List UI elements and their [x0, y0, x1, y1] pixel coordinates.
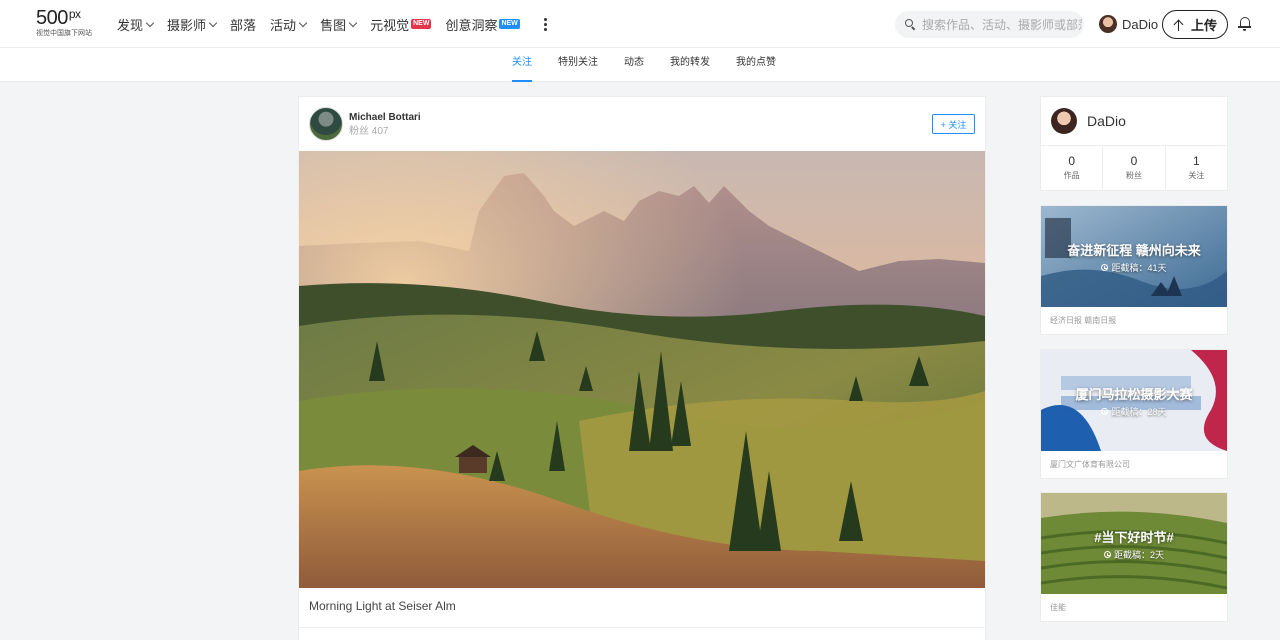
stat-followers[interactable]: 0 粉丝	[1103, 146, 1166, 191]
stat-works[interactable]: 0 作品	[1041, 146, 1104, 191]
promo-deadline: 距截稿：41天	[1041, 261, 1227, 274]
feed-photo[interactable]	[299, 151, 985, 588]
arrow-up-icon	[1173, 19, 1185, 31]
chevron-down-icon	[348, 18, 358, 27]
main-nav: 发现 摄影师 部落 活动 售图 元视觉 NEW 创意洞察 NEW	[117, 0, 556, 48]
landscape-photo	[299, 151, 985, 588]
new-badge: NEW	[499, 19, 520, 29]
promo-organizer: 厦门文广体育有限公司	[1050, 460, 1130, 469]
promo-banner[interactable]: 厦门马拉松摄影大赛 距截稿：28天	[1041, 350, 1227, 451]
stat-following[interactable]: 1 关注	[1166, 146, 1227, 191]
nav-label: 部落	[230, 17, 257, 33]
clock-icon	[1103, 551, 1111, 558]
upload-button[interactable]: 上传	[1162, 10, 1228, 39]
tab-special-following[interactable]: 特别关注	[558, 48, 598, 82]
promo-banner[interactable]: #当下好时节# 距截稿：2天	[1041, 493, 1227, 594]
bell-icon[interactable]	[1238, 16, 1252, 32]
follow-button[interactable]: + 关注	[932, 114, 975, 134]
nav-label: 活动	[270, 17, 297, 33]
profile-card: DaDio 0 作品 0 粉丝 1 关注	[1040, 96, 1228, 191]
upload-label: 上传	[1190, 18, 1217, 33]
promo-deadline: 距截稿：28天	[1041, 405, 1227, 418]
author-block[interactable]: Michael Bottari 粉丝 407	[309, 107, 421, 141]
deadline-text: 距截稿：41天	[1111, 263, 1167, 273]
promo-organizer: 经济日报 赣南日报	[1050, 316, 1117, 325]
logo-mark: 500	[36, 7, 68, 29]
search-icon[interactable]	[905, 19, 916, 30]
nav-item-events[interactable]: 活动	[270, 15, 308, 34]
tab-activity[interactable]: 动态	[624, 48, 644, 82]
logo-px: px	[68, 7, 81, 21]
divider	[299, 627, 985, 628]
tab-my-shares[interactable]: 我的转发	[670, 48, 710, 82]
promo-card[interactable]: 奋进新征程 赣州向未来 距截稿：41天 经济日报 赣南日报	[1040, 205, 1228, 335]
nav-item-photographers[interactable]: 摄影师	[167, 15, 218, 34]
profile-header[interactable]: DaDio	[1051, 108, 1126, 134]
search-input[interactable]	[922, 17, 1082, 32]
avatar	[1099, 15, 1117, 33]
stat-number: 0	[1130, 154, 1138, 168]
search-box	[895, 11, 1084, 38]
nav-item-sell[interactable]: 售图	[320, 15, 358, 34]
logo-tagline: 视觉中国旗下网站	[36, 30, 92, 37]
promo-title: #当下好时节#	[1094, 530, 1174, 545]
nav-label: 元视觉	[370, 17, 410, 33]
deadline-text: 距截稿：28天	[1111, 407, 1167, 417]
clock-icon	[1101, 264, 1109, 271]
author-fans: 粉丝 407	[349, 125, 389, 137]
nav-item-discover[interactable]: 发现	[117, 15, 155, 34]
nav-label: 摄影师	[167, 17, 207, 33]
new-badge: NEW	[411, 19, 432, 29]
promo-title: 奋进新征程 赣州向未来	[1067, 243, 1201, 258]
chevron-down-icon	[145, 18, 155, 27]
username: DaDio	[1122, 16, 1159, 32]
user-menu[interactable]: DaDio	[1099, 15, 1158, 33]
nav-item-tribes[interactable]: 部落	[230, 15, 256, 34]
chevron-down-icon	[208, 18, 218, 27]
nav-item-creative-insight[interactable]: 创意洞察 NEW	[445, 15, 520, 34]
author-name[interactable]: Michael Bottari	[349, 111, 421, 124]
promo-title: 厦门马拉松摄影大赛	[1075, 387, 1193, 402]
stat-label: 作品	[1063, 171, 1080, 180]
tab-following[interactable]: 关注	[512, 48, 532, 82]
tab-my-likes[interactable]: 我的点赞	[736, 48, 776, 82]
photo-caption[interactable]: Morning Light at Seiser Alm	[309, 599, 456, 613]
stat-label: 关注	[1188, 171, 1205, 180]
nav-label: 发现	[117, 17, 144, 33]
promo-banner[interactable]: 奋进新征程 赣州向未来 距截稿：41天	[1041, 206, 1227, 307]
stat-number: 0	[1068, 154, 1075, 168]
more-menu-icon[interactable]	[536, 14, 556, 34]
logo[interactable]: 500 px 视觉中国旗下网站	[36, 8, 106, 40]
deadline-text: 距截稿：2天	[1113, 550, 1164, 560]
nav-label: 创意洞察	[445, 17, 498, 33]
feed-tabs: 关注 特别关注 动态 我的转发 我的点赞	[512, 48, 802, 82]
nav-label: 售图	[320, 17, 347, 33]
promo-deadline: 距截稿：2天	[1041, 548, 1227, 561]
avatar[interactable]	[1051, 108, 1077, 134]
promo-card[interactable]: #当下好时节# 距截稿：2天 佳能	[1040, 492, 1228, 622]
promo-card[interactable]: 厦门马拉松摄影大赛 距截稿：28天 厦门文广体育有限公司	[1040, 349, 1228, 479]
profile-stats: 0 作品 0 粉丝 1 关注	[1041, 145, 1227, 191]
stat-number: 1	[1192, 154, 1200, 168]
sub-nav: 关注 特别关注 动态 我的转发 我的点赞	[0, 48, 1280, 82]
promo-organizer: 佳能	[1050, 603, 1066, 612]
feed-card: Michael Bottari 粉丝 407 + 关注 Morning Ligh…	[298, 96, 986, 640]
clock-icon	[1101, 408, 1109, 415]
profile-name[interactable]: DaDio	[1087, 113, 1126, 129]
stat-label: 粉丝	[1125, 171, 1142, 180]
avatar[interactable]	[309, 107, 343, 141]
nav-item-meta-vision[interactable]: 元视觉 NEW	[370, 15, 432, 34]
chevron-down-icon	[298, 18, 308, 27]
top-header: 500 px 视觉中国旗下网站 发现 摄影师 部落 活动 售图 元视觉 NEW 创意…	[0, 0, 1280, 48]
